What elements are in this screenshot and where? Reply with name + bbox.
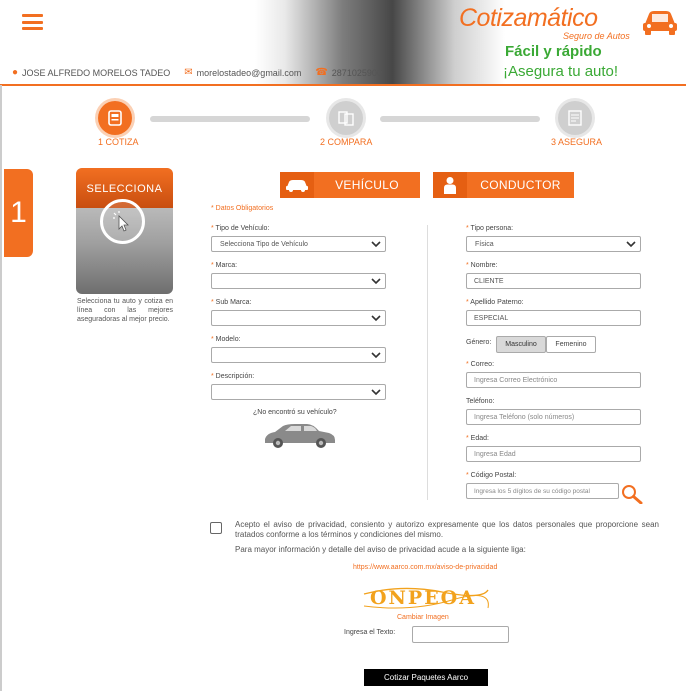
tipo-persona-label: * Tipo persona:	[466, 225, 514, 232]
captcha-input-label: Ingresa el Texto:	[344, 629, 396, 636]
selecciona-description: Selecciona tu auto y cotiza en línea con…	[77, 298, 173, 323]
step-connector	[380, 116, 540, 122]
change-captcha-link[interactable]: Cambiar Imagen	[397, 614, 449, 621]
cotizar-paquetes-button[interactable]: Cotizar Paquetes Aarco	[364, 669, 488, 686]
apellido-label: * Apellido Paterno:	[466, 299, 524, 306]
chevron-down-icon	[371, 241, 381, 248]
brand-subtitle: Seguro de Autos	[563, 31, 630, 41]
header-divider	[0, 84, 686, 86]
genero-masculino-button[interactable]: Masculino	[496, 336, 546, 353]
step-label-compara: 2 COMPARA	[320, 137, 373, 147]
tab-vehiculo[interactable]: VEHÍCULO	[280, 172, 420, 198]
chevron-down-icon	[371, 278, 381, 285]
envelope-icon: ✉	[184, 67, 193, 78]
privacy-checkbox[interactable]	[210, 522, 222, 534]
gray-car-icon[interactable]	[261, 423, 337, 449]
step-compara-icon[interactable]	[329, 101, 363, 135]
side-step-tab: 1	[4, 169, 33, 257]
nombre-input[interactable]: CLIENTE	[466, 273, 641, 289]
modelo-label: * Modelo:	[211, 336, 241, 343]
telefono-label: Teléfono:	[466, 398, 495, 405]
tagline-easy: Fácil y rápido	[505, 43, 602, 60]
vehicle-not-found-link[interactable]: ¿No encontró su vehículo?	[253, 409, 337, 416]
step-label-asegura: 3 ASEGURA	[551, 137, 603, 147]
tipo-persona-value: Física	[475, 240, 494, 248]
step-connector	[150, 116, 310, 122]
nombre-label: * Nombre:	[466, 262, 498, 269]
correo-label: * Correo:	[466, 361, 495, 368]
tipo-vehiculo-select[interactable]: Selecciona Tipo de Vehículo	[211, 236, 386, 252]
privacy-more-info: Para mayor información y detalle del avi…	[235, 545, 526, 554]
step-cotiza-icon[interactable]	[98, 101, 132, 135]
tipo-vehiculo-label: * Tipo de Vehículo:	[211, 225, 270, 232]
selecciona-title: SELECCIONA	[86, 183, 163, 195]
genero-label: Género:	[466, 339, 492, 346]
apellido-input[interactable]: ESPECIAL	[466, 310, 641, 326]
car-icon	[280, 172, 314, 198]
user-phone: 2871025900	[331, 67, 382, 78]
user-email: morelostadeo@gmail.com	[196, 67, 302, 78]
edad-input[interactable]: Ingresa Edad	[466, 446, 641, 462]
step-asegura-icon[interactable]	[558, 101, 592, 135]
captcha-text: ONPEOA	[370, 587, 476, 609]
tab-conductor[interactable]: CONDUCTOR	[433, 172, 574, 198]
tab-vehiculo-label: VEHÍCULO	[335, 178, 399, 192]
selecciona-card: SELECCIONA	[76, 168, 173, 294]
modelo-select[interactable]	[211, 347, 386, 363]
user-name: JOSE ALFREDO MORELOS TADEO	[22, 67, 171, 78]
chevron-down-icon	[371, 352, 381, 359]
form-divider	[427, 225, 428, 500]
codigo-postal-label: * Código Postal:	[466, 472, 517, 479]
submarca-label: * Sub Marca:	[211, 299, 252, 306]
tab-conductor-label: CONDUCTOR	[480, 178, 561, 192]
progress-steps: 1 COTIZA 2 COMPARA 3 ASEGURA	[0, 95, 686, 155]
tipo-vehiculo-value: Selecciona Tipo de Vehículo	[220, 240, 308, 248]
edad-label: * Edad:	[466, 435, 489, 442]
marca-select[interactable]	[211, 273, 386, 289]
privacy-link[interactable]: https://www.aarco.com.mx/aviso-de-privac…	[353, 564, 497, 571]
correo-input[interactable]: Ingresa Correo Electrónico	[466, 372, 641, 388]
descripcion-label: * Descripción:	[211, 373, 255, 380]
car-logo-icon	[643, 11, 677, 35]
submarca-select[interactable]	[211, 310, 386, 326]
chevron-down-icon	[371, 389, 381, 396]
codigo-postal-input[interactable]: Ingresa los 5 dígitos de su código posta…	[466, 483, 619, 499]
captcha-input[interactable]	[412, 626, 509, 643]
header: ● JOSE ALFREDO MORELOS TADEO ✉ morelosta…	[0, 0, 686, 86]
genero-femenino-button[interactable]: Femenino	[546, 336, 596, 353]
privacy-text: Acepto el aviso de privacidad, consiento…	[235, 520, 659, 540]
user-icon: ●	[12, 67, 19, 78]
hamburger-menu-icon[interactable]	[22, 14, 43, 30]
chevron-down-icon	[626, 241, 636, 248]
tagline-insure: ¡Asegura tu auto!	[503, 63, 619, 80]
user-info-bar: ● JOSE ALFREDO MORELOS TADEO ✉ morelosta…	[12, 67, 382, 78]
marca-label: * Marca:	[211, 262, 238, 269]
required-fields-note: * Datos Obligatorios	[211, 205, 274, 212]
tipo-persona-select[interactable]: Física	[466, 236, 641, 252]
step-label-cotiza: 1 COTIZA	[98, 137, 139, 147]
search-icon[interactable]	[621, 484, 643, 504]
page-left-border	[0, 85, 2, 691]
person-icon	[433, 172, 467, 198]
pointer-click-icon	[100, 199, 145, 244]
telefono-input[interactable]: Ingresa Teléfono (solo números)	[466, 409, 641, 425]
captcha-image: ONPEOA	[362, 582, 490, 614]
phone-icon: ☎	[315, 67, 328, 78]
chevron-down-icon	[371, 315, 381, 322]
descripcion-select[interactable]	[211, 384, 386, 400]
side-step-number: 1	[10, 196, 27, 229]
